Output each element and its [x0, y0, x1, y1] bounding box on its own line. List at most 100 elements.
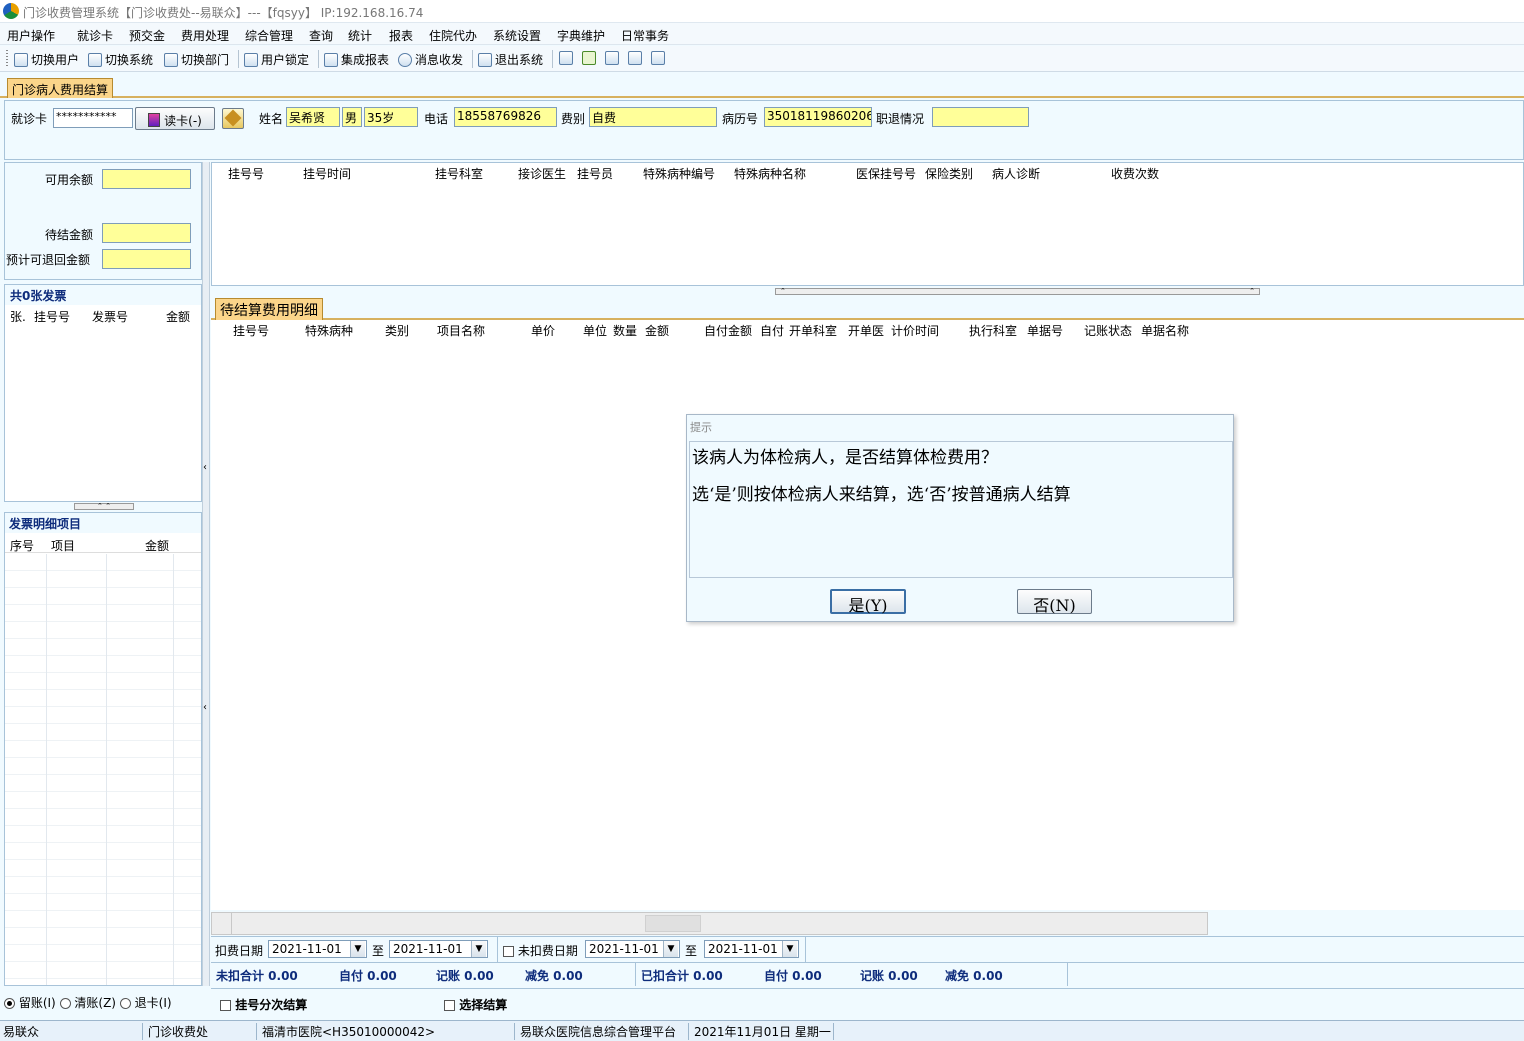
collapse-left-icon-2[interactable]: ‹	[203, 702, 207, 713]
fee-type-field[interactable]: 自费	[589, 107, 717, 127]
menu-dictionary[interactable]: 字典维护	[557, 27, 605, 44]
switch-dept-button[interactable]: 切换部门	[164, 51, 229, 68]
report-icon	[324, 52, 338, 67]
report-button[interactable]: 集成报表	[324, 51, 389, 68]
select-settle-option[interactable]: 选择结算	[444, 996, 507, 1013]
option-clear[interactable]: 清账(Z)	[59, 996, 116, 1010]
split-settle-option[interactable]: 挂号分次结算	[220, 996, 307, 1013]
menu-stats[interactable]: 统计	[348, 27, 372, 44]
check-tool-button[interactable]	[605, 51, 619, 65]
phone-field[interactable]: 18558769826	[454, 107, 557, 127]
toolbar-separator	[318, 50, 319, 68]
menu-query[interactable]: 查询	[309, 27, 333, 44]
refund-status-field[interactable]	[932, 107, 1029, 127]
invoice-col-reg: 挂号号	[34, 310, 71, 324]
refund-estimate-field[interactable]	[102, 249, 191, 269]
settle-mode-options: 留账(I) 清账(Z) 退卡(I)	[4, 994, 204, 1014]
undeduct-from-dropdown-icon[interactable]: ▼	[663, 941, 678, 957]
switch-system-button[interactable]: 切换系统	[88, 51, 153, 68]
splitter-handle[interactable]: ⌃ ⌃	[74, 503, 134, 510]
title-bar: 门诊收费管理系统【门诊收费处--易联众】---【fqsyy】 IP:192.16…	[0, 0, 1524, 23]
deduct-from-dropdown-icon[interactable]: ▼	[350, 941, 365, 957]
age-field[interactable]: 35岁	[364, 107, 418, 127]
totals-row: 未扣合计 0.00 自付 0.00 记账 0.00 减免 0.00 已扣合计 0…	[211, 962, 1524, 986]
money-tool-button[interactable]	[582, 51, 596, 65]
collapse-left-icon[interactable]: ‹	[203, 462, 207, 473]
menu-fee[interactable]: 费用处理	[181, 27, 229, 44]
option-keep[interactable]: 留账(I)	[4, 996, 56, 1010]
undeduct-date-option[interactable]: 未扣费日期	[503, 942, 578, 959]
card-input[interactable]: ***********	[53, 108, 133, 128]
option-return[interactable]: 退卡(I)	[119, 996, 172, 1010]
deduct-to-dropdown-icon[interactable]: ▼	[471, 941, 486, 957]
fee-grid-scrollbar[interactable]	[211, 912, 1208, 935]
exit-icon	[478, 52, 492, 67]
switch-user-button[interactable]: 切换用户	[14, 51, 79, 68]
undeducted-self: 自付 0.00	[339, 969, 397, 983]
available-balance-label: 可用余额	[45, 173, 94, 187]
menu-report[interactable]: 报表	[389, 27, 413, 44]
detail-grid-rows	[5, 554, 201, 985]
split-settle-checkbox[interactable]	[220, 1000, 231, 1011]
menu-card[interactable]: 就诊卡	[77, 27, 113, 44]
user-lock-button[interactable]: 用户锁定	[244, 51, 309, 68]
sex-field[interactable]: 男	[342, 107, 362, 127]
tab-strip	[0, 75, 1524, 98]
to-label-2: 至	[685, 944, 698, 958]
fee-col-1: 特殊病种	[305, 324, 354, 338]
yes-button[interactable]: 是(Y)	[830, 589, 906, 615]
exit-button[interactable]: 退出系统	[478, 51, 543, 68]
tab-pending-fee[interactable]: 待结算费用明细	[215, 298, 323, 320]
reg-col-7: 医保挂号号	[856, 167, 917, 181]
toolbar-grip[interactable]	[6, 50, 8, 68]
fee-col-10: 开单科室	[789, 324, 838, 338]
menu-inpatient[interactable]: 住院代办	[429, 27, 477, 44]
message-button[interactable]: 消息收发	[398, 51, 463, 68]
dialog-title: 提示	[690, 421, 712, 434]
undeduct-checkbox[interactable]	[503, 946, 514, 957]
read-card-button[interactable]: 读卡(-)	[135, 107, 215, 130]
deducted-account: 记账 0.00	[860, 969, 918, 983]
return-radio[interactable]	[119, 998, 131, 1009]
phone-label: 电话	[424, 112, 449, 126]
menu-daily[interactable]: 日常事务	[621, 27, 669, 44]
deducted-total: 已扣合计 0.00	[641, 969, 723, 983]
name-label: 姓名	[259, 112, 284, 126]
name-field[interactable]: 吴希贤	[286, 107, 340, 127]
record-field[interactable]: 350181198602061	[764, 107, 872, 127]
reg-col-2: 挂号科室	[435, 167, 484, 181]
menu-manage[interactable]: 综合管理	[245, 27, 293, 44]
columns-tool-button[interactable]	[628, 51, 642, 65]
card-label: 就诊卡	[11, 112, 48, 126]
tab-settlement[interactable]: 门诊病人费用结算	[7, 78, 113, 98]
clear-radio[interactable]	[59, 998, 71, 1009]
scrollbar-thumb[interactable]	[645, 915, 701, 932]
fee-col-7: 金额	[645, 324, 670, 338]
status-department: 门诊收费处	[145, 1023, 257, 1040]
menu-user-ops[interactable]: 用户操作	[7, 27, 55, 44]
form-tool-button[interactable]	[651, 51, 665, 65]
no-button[interactable]: 否(N)	[1017, 589, 1092, 615]
horizontal-splitter-handle[interactable]: ⌃ ⌃	[775, 288, 1260, 295]
select-settle-checkbox[interactable]	[444, 1000, 455, 1011]
clear-button[interactable]	[222, 108, 244, 129]
available-balance-field[interactable]	[102, 169, 191, 189]
scroll-left-button[interactable]	[212, 913, 232, 934]
deduct-date-label: 扣费日期	[215, 944, 264, 958]
status-company: 易联众	[0, 1023, 143, 1040]
menu-prepay[interactable]: 预交金	[129, 27, 165, 44]
fee-col-0: 挂号号	[233, 324, 270, 338]
menu-settings[interactable]: 系统设置	[493, 27, 541, 44]
detail-col-seq: 序号	[10, 539, 35, 553]
form-icon	[651, 51, 665, 65]
edit-tool-button[interactable]	[559, 51, 573, 65]
broom-icon	[224, 109, 242, 127]
undeducted-total: 未扣合计 0.00	[216, 969, 298, 983]
undeduct-to-dropdown-icon[interactable]: ▼	[782, 941, 797, 957]
vertical-splitter[interactable]: ‹ ‹	[202, 162, 210, 986]
fee-col-9: 自付	[760, 324, 785, 338]
reg-col-8: 保险类别	[925, 167, 974, 181]
keep-radio[interactable]	[4, 998, 15, 1009]
app-logo-icon	[3, 3, 19, 19]
pending-amount-field[interactable]	[102, 223, 191, 243]
